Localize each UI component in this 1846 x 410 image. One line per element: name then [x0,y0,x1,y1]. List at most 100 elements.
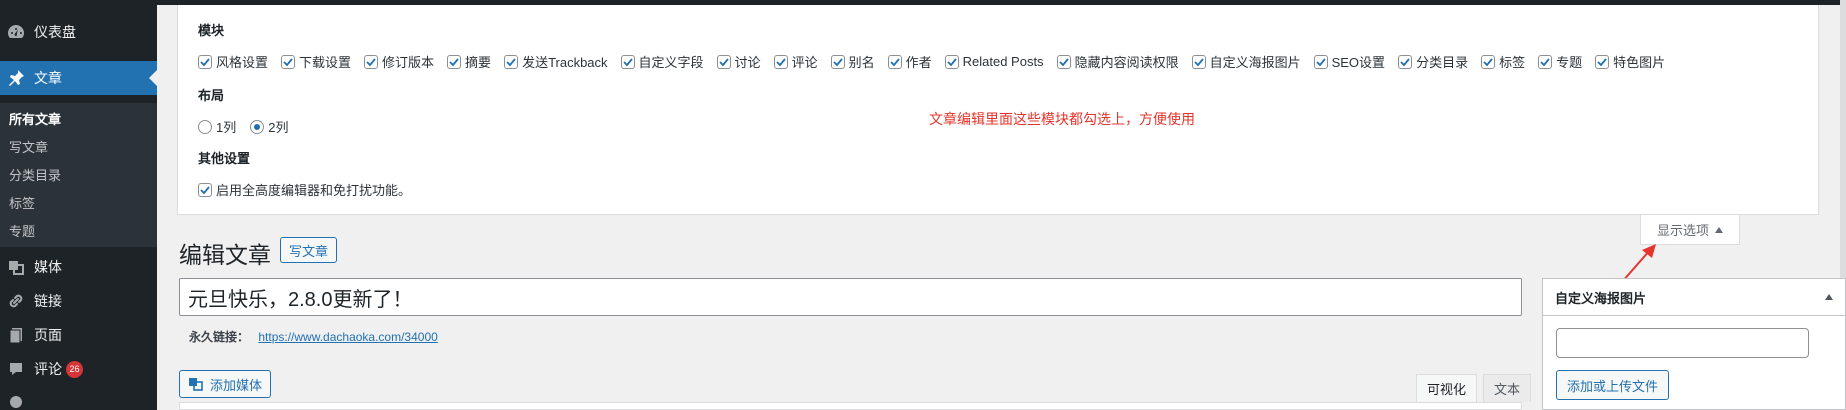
module-checkbox[interactable] [1538,54,1553,69]
module-option[interactable]: 摘要 [447,52,491,71]
module-checkbox[interactable] [887,54,902,69]
module-checkbox[interactable] [944,54,959,69]
module-checkbox[interactable] [447,54,462,69]
full-height-editor-label: 启用全高度编辑器和免打扰功能。 [216,183,412,198]
module-checkbox[interactable] [773,54,788,69]
module-option[interactable]: 分类目录 [1398,52,1468,71]
layout-options: 1列 2列 [198,117,288,136]
module-option[interactable]: 自定义字段 [620,52,704,71]
module-label: 下载设置 [299,55,352,70]
metabox-header[interactable]: 自定义海报图片 [1543,279,1845,316]
checkmark-icon [718,57,729,66]
add-media-label: 添加媒体 [210,377,263,393]
menu-posts[interactable]: 文章 [0,61,157,95]
tab-text[interactable]: 文本 [1483,374,1532,402]
module-option[interactable]: 风格设置 [198,52,268,71]
module-option[interactable]: 下载设置 [281,52,351,71]
posts-submenu: 所有文章 写文章 分类目录 标签 专题 [0,103,157,247]
menu-links[interactable]: 链接 [0,284,157,318]
dashboard-icon [6,22,26,42]
module-option[interactable]: 发送Trackback [504,52,608,71]
module-checkbox[interactable] [830,54,845,69]
checkmark-icon [1540,57,1550,66]
module-checkbox[interactable] [364,54,379,69]
module-option[interactable]: 评论 [773,52,818,71]
metabox-title: 自定义海报图片 [1555,290,1647,306]
module-checkbox[interactable] [716,54,731,69]
add-media-button[interactable]: 添加媒体 [179,370,272,398]
module-checkbox[interactable] [1595,54,1610,69]
checkmark-icon [506,57,516,66]
module-option[interactable]: SEO设置 [1313,52,1385,71]
module-checkbox[interactable] [198,54,212,69]
module-option[interactable]: 讨论 [716,52,761,71]
layout-option[interactable]: 1列 [198,117,236,136]
full-height-editor-checkbox[interactable] [198,182,212,197]
module-checkbox[interactable] [1191,54,1206,69]
module-option[interactable]: 专题 [1538,52,1582,71]
tab-visual[interactable]: 可视化 [1416,374,1478,402]
add-new-post-button[interactable]: 写文章 [280,237,338,263]
triangle-up-icon [1715,226,1723,233]
menu-partial-icon [6,394,26,410]
module-option[interactable]: Related Posts [944,52,1044,71]
poster-image-input[interactable] [1556,328,1809,358]
module-label: 评论 [791,55,818,70]
checkmark-icon [1597,57,1607,66]
module-option[interactable]: 隐藏内容阅读权限 [1056,52,1179,71]
admin-sidebar: 仪表盘 文章 所有文章 写文章 分类目录 标签 专题 媒体 链接 页面 评论 2… [0,0,157,410]
layout-heading: 布局 [198,88,225,103]
annotation-note: 文章编辑里面这些模块都勾选上，方便使用 [929,111,1195,127]
module-label: 专题 [1556,55,1583,70]
menu-media[interactable]: 媒体 [0,250,157,284]
module-checkbox[interactable] [1481,54,1496,69]
module-option[interactable]: 修订版本 [364,52,434,71]
submenu-tags[interactable]: 标签 [9,193,35,212]
comments-count-badge: 26 [66,360,83,378]
menu-next-partial [0,394,157,410]
module-option[interactable]: 特色图片 [1595,52,1665,71]
layout-radio[interactable] [198,119,212,134]
checkmark-icon [200,57,210,66]
module-option[interactable]: 作者 [887,52,932,71]
layout-option[interactable]: 2列 [250,117,288,136]
module-checkbox[interactable] [1398,54,1413,69]
module-checkbox[interactable] [281,54,296,69]
checkmark-icon [283,57,293,66]
checkmark-icon [1193,57,1204,66]
editor-area[interactable] [179,402,1522,410]
checkmark-icon [889,57,900,66]
other-settings-option[interactable]: 启用全高度编辑器和免打扰功能。 [198,180,411,201]
module-option[interactable]: 标签 [1481,52,1525,71]
submenu-write-post[interactable]: 写文章 [9,137,48,156]
submenu-topics[interactable]: 专题 [9,221,35,240]
menu-comments[interactable]: 评论 26 [0,352,157,386]
checkmark-icon [1315,57,1326,66]
submenu-all-posts[interactable]: 所有文章 [9,109,61,128]
menu-dashboard-label: 仪表盘 [34,24,76,40]
menu-dashboard[interactable]: 仪表盘 [0,15,157,49]
module-checkbox[interactable] [504,54,519,69]
upload-file-button[interactable]: 添加或上传文件 [1556,370,1670,400]
module-checkbox[interactable] [1313,54,1328,69]
collapse-triangle-icon[interactable] [1825,294,1833,300]
checkmark-icon [200,185,210,194]
module-label: 自定义海报图片 [1209,55,1301,70]
permalink-link[interactable]: https://www.dachaoka.com/34000 [258,330,437,344]
menu-media-label: 媒体 [34,259,62,275]
checkmark-icon [1400,57,1410,66]
menu-links-label: 链接 [34,293,62,309]
module-label: 修订版本 [382,55,435,70]
checkmark-icon [449,57,459,66]
post-title-input[interactable]: 元旦快乐，2.8.0更新了！ [179,278,1522,316]
module-checkbox[interactable] [620,54,635,69]
module-option[interactable]: 别名 [830,52,875,71]
checkmark-icon [622,57,633,66]
module-checkbox[interactable] [1056,54,1071,69]
submenu-categories[interactable]: 分类目录 [9,165,61,184]
layout-radio[interactable] [250,119,265,134]
layout-label: 1列 [216,120,237,135]
module-option[interactable]: 自定义海报图片 [1191,52,1301,71]
menu-pages[interactable]: 页面 [0,318,157,352]
add-media-icon [189,378,203,391]
